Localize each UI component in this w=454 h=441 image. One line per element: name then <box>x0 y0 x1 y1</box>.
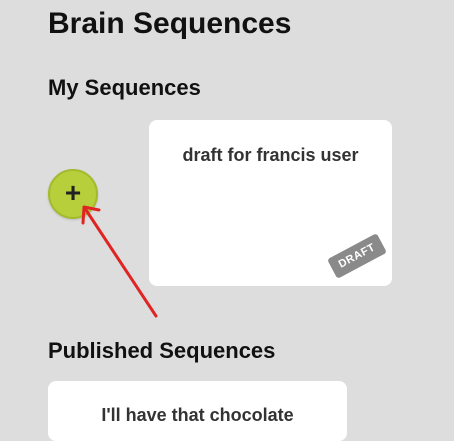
my-sequences-heading: My Sequences <box>48 75 201 100</box>
plus-icon: + <box>64 177 82 208</box>
page-title: Brain Sequences <box>48 7 292 40</box>
sequence-card-published[interactable]: I'll have that chocolate <box>48 381 347 441</box>
published-sequences-heading: Published Sequences <box>48 338 276 363</box>
add-sequence-button[interactable]: + <box>48 169 98 219</box>
sequence-card-title: I'll have that chocolate <box>101 405 294 425</box>
sequence-card-title: draft for francis user <box>182 145 359 165</box>
